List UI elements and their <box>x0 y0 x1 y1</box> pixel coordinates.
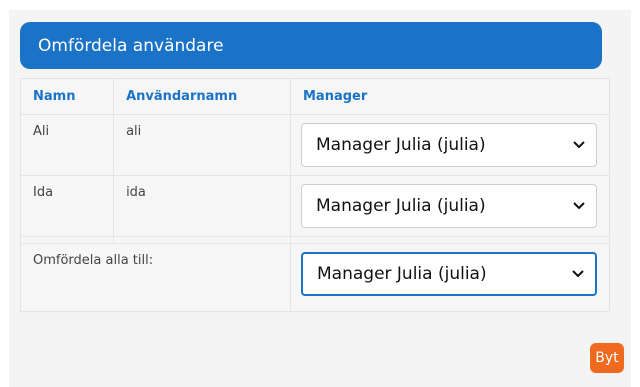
reassign-all-row: Omfördela alla till: Manager Julia (juli… <box>20 243 610 312</box>
table-spacer-row <box>19 236 610 244</box>
column-header-manager: Manager <box>290 78 610 115</box>
manager-select-value: Manager Julia (julia) <box>316 135 486 155</box>
manager-cell: Manager Julia (julia) <box>290 175 610 237</box>
swap-button-label: Byt <box>595 350 619 366</box>
table-row: Ali ali Manager Julia (julia) <box>19 114 610 176</box>
column-header-name: Namn <box>19 78 115 115</box>
panel-header: Omfördela användare <box>20 22 602 69</box>
column-header-username: Användarnamn <box>113 78 291 115</box>
table-row: Ida ida Manager Julia (julia) <box>19 175 610 237</box>
manager-cell: Manager Julia (julia) <box>290 114 610 176</box>
reassign-all-label: Omfördela alla till: <box>20 243 291 312</box>
user-username: ali <box>113 114 291 176</box>
chevron-down-icon <box>571 267 585 281</box>
chevron-down-icon <box>572 199 586 213</box>
reassign-all-cell: Manager Julia (julia) <box>290 243 610 312</box>
manager-select[interactable]: Manager Julia (julia) <box>301 123 597 167</box>
reassign-all-select-value: Manager Julia (julia) <box>317 264 487 284</box>
reassign-all-select[interactable]: Manager Julia (julia) <box>301 252 597 296</box>
user-name: Ida <box>19 175 115 237</box>
panel-title: Omfördela användare <box>38 35 224 56</box>
user-name: Ali <box>19 114 115 176</box>
top-strip <box>0 0 640 10</box>
manager-select[interactable]: Manager Julia (julia) <box>301 184 597 228</box>
table-header-row: Namn Användarnamn Manager <box>19 78 610 115</box>
manager-select-value: Manager Julia (julia) <box>316 196 486 216</box>
users-table: Namn Användarnamn Manager Ali ali Manage… <box>19 78 610 312</box>
user-username: ida <box>113 175 291 237</box>
swap-button[interactable]: Byt <box>590 343 624 373</box>
chevron-down-icon <box>572 138 586 152</box>
